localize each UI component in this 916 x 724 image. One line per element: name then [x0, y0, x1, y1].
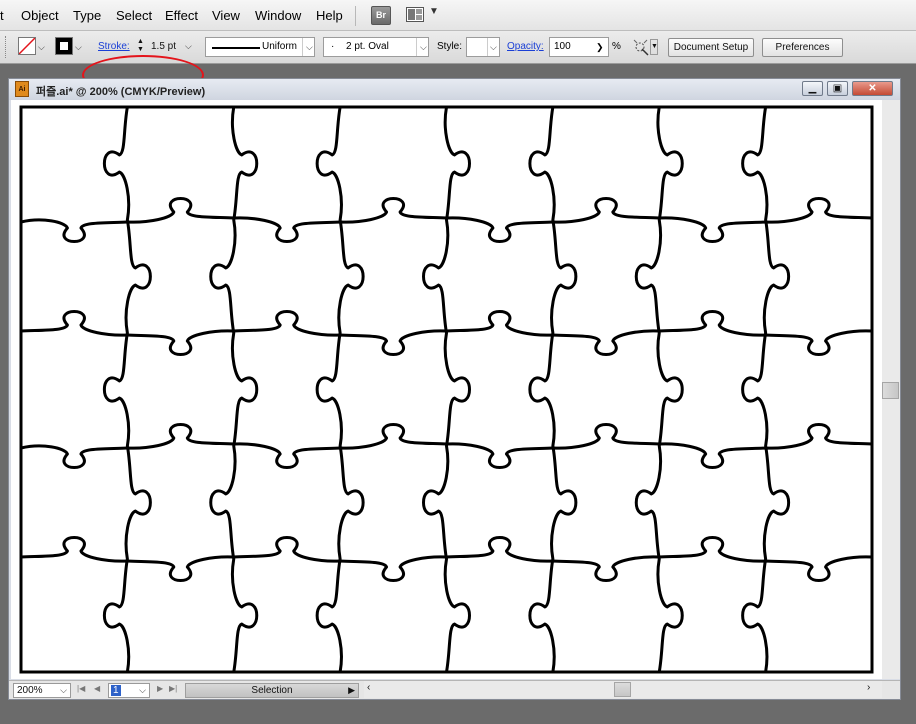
previous-artboard-icon[interactable]: ◀ [94, 684, 100, 693]
status-tool-label: Selection [251, 685, 293, 696]
menu-bar: t Object Type Select Effect View Window … [0, 0, 916, 31]
document-setup-button[interactable]: Document Setup [668, 38, 754, 57]
chevron-down-icon[interactable]: ⌵ [487, 38, 497, 56]
style-label: Style: [437, 41, 463, 52]
opacity-label[interactable]: Opacity: [507, 41, 544, 52]
menu-item-window[interactable]: Window [255, 8, 301, 23]
chevron-down-icon[interactable]: ⌵ [302, 38, 313, 56]
arrange-documents-icon[interactable] [406, 7, 424, 22]
scroll-right-arrow-icon[interactable]: › [867, 682, 870, 693]
menu-item-edit-partial[interactable]: t [0, 8, 4, 23]
horizontal-scroll-thumb[interactable] [614, 682, 631, 697]
artboard-number: 1 [111, 685, 121, 696]
stroke-weight-stepper[interactable]: ▲ ▼ [135, 38, 146, 56]
bridge-button[interactable]: Br [371, 6, 391, 25]
fill-none-swatch-icon[interactable] [18, 37, 36, 55]
chevron-right-icon[interactable]: ❯ [596, 38, 604, 56]
zoom-value: 200% [17, 685, 43, 696]
stroke-profile-preview [212, 47, 260, 49]
menu-item-type[interactable]: Type [73, 8, 101, 23]
last-artboard-icon[interactable]: ▶| [169, 684, 177, 693]
puzzle-column-edge [422, 106, 471, 673]
minimize-icon[interactable]: ▁ [802, 81, 823, 96]
grip-handle[interactable] [5, 36, 9, 58]
profile-value: Uniform [262, 41, 298, 52]
vertical-scrollbar[interactable]: ▼ [882, 100, 900, 695]
brush-dot: · [331, 41, 335, 52]
status-tool-display[interactable]: Selection ▶ [185, 683, 359, 698]
menu-item-help[interactable]: Help [316, 8, 343, 23]
first-artboard-icon[interactable]: |◀ [77, 684, 85, 693]
chevron-down-icon[interactable]: ⌵ [416, 38, 427, 56]
preferences-button[interactable]: Preferences [762, 38, 843, 57]
stroke-swatch-icon[interactable] [55, 37, 73, 55]
chevron-down-icon[interactable]: ⌵ [139, 684, 146, 697]
scroll-left-arrow-icon[interactable]: ‹ [367, 682, 370, 693]
horizontal-scrollbar[interactable]: ‹ › [364, 681, 882, 698]
menu-item-view[interactable]: View [212, 8, 240, 23]
opacity-value: 100 [554, 41, 571, 52]
chevron-down-icon[interactable]: ▼ [650, 39, 658, 55]
vertical-scroll-thumb[interactable] [882, 382, 899, 399]
puzzle-column-edge [209, 106, 259, 673]
chevron-down-icon[interactable]: ⌵ [185, 41, 192, 52]
chevron-down-icon[interactable]: ⌵ [38, 42, 45, 53]
stroke-label[interactable]: Stroke: [98, 41, 130, 52]
stroke-weight-value[interactable]: 1.5 pt [151, 41, 176, 52]
maximize-icon[interactable]: ▣ [827, 81, 848, 96]
puzzle-column-edge [315, 106, 365, 673]
status-bar: 200% ⌵ |◀ ◀ 1 ⌵ ▶ ▶| Selection ▶ ‹ › [9, 680, 900, 699]
document-title: 퍼즐.ai* @ 200% (CMYK/Preview) [36, 86, 206, 98]
artboard-canvas[interactable] [11, 100, 882, 679]
document-window: Ai 퍼즐.ai* @ 200% (CMYK/Preview) ▁ ▣ ✕ ▼ … [8, 78, 901, 700]
zoom-dropdown[interactable]: 200% ⌵ [13, 683, 71, 698]
opacity-input[interactable]: 100 ❯ [549, 37, 609, 57]
menu-item-object[interactable]: Object [21, 8, 59, 23]
menu-divider [355, 6, 356, 26]
brush-definition-dropdown[interactable]: · 2 pt. Oval ⌵ [323, 37, 429, 57]
artboard-number-dropdown[interactable]: 1 ⌵ [108, 683, 150, 698]
document-title-bar[interactable]: Ai 퍼즐.ai* @ 200% (CMYK/Preview) ▁ ▣ ✕ [9, 79, 900, 100]
puzzle-artwork[interactable] [11, 100, 882, 679]
chevron-down-icon[interactable]: ⌵ [60, 684, 67, 697]
recolor-artwork-icon[interactable] [632, 38, 650, 56]
play-arrow-icon[interactable]: ▶ [348, 684, 355, 697]
variable-width-profile-dropdown[interactable]: Uniform ⌵ [205, 37, 315, 57]
puzzle-column-edge [528, 106, 578, 673]
menu-item-select[interactable]: Select [116, 8, 152, 23]
chevron-down-icon[interactable]: ▼ [429, 6, 439, 17]
illustrator-file-icon: Ai [15, 81, 29, 97]
puzzle-column-edge [102, 106, 152, 673]
chevron-down-icon[interactable]: ⌵ [75, 42, 82, 53]
control-bar: ⌵ ⌵ Stroke: ▲ ▼ 1.5 pt ⌵ Uniform ⌵ · 2 pt… [0, 31, 916, 95]
brush-value: 2 pt. Oval [346, 41, 389, 52]
close-icon[interactable]: ✕ [852, 81, 893, 96]
opacity-unit: % [612, 41, 621, 52]
puzzle-column-edge [741, 106, 791, 673]
graphic-style-dropdown[interactable]: ⌵ [466, 37, 500, 57]
next-artboard-icon[interactable]: ▶ [157, 684, 163, 693]
menu-item-effect[interactable]: Effect [165, 8, 198, 23]
puzzle-column-edge [634, 106, 684, 673]
